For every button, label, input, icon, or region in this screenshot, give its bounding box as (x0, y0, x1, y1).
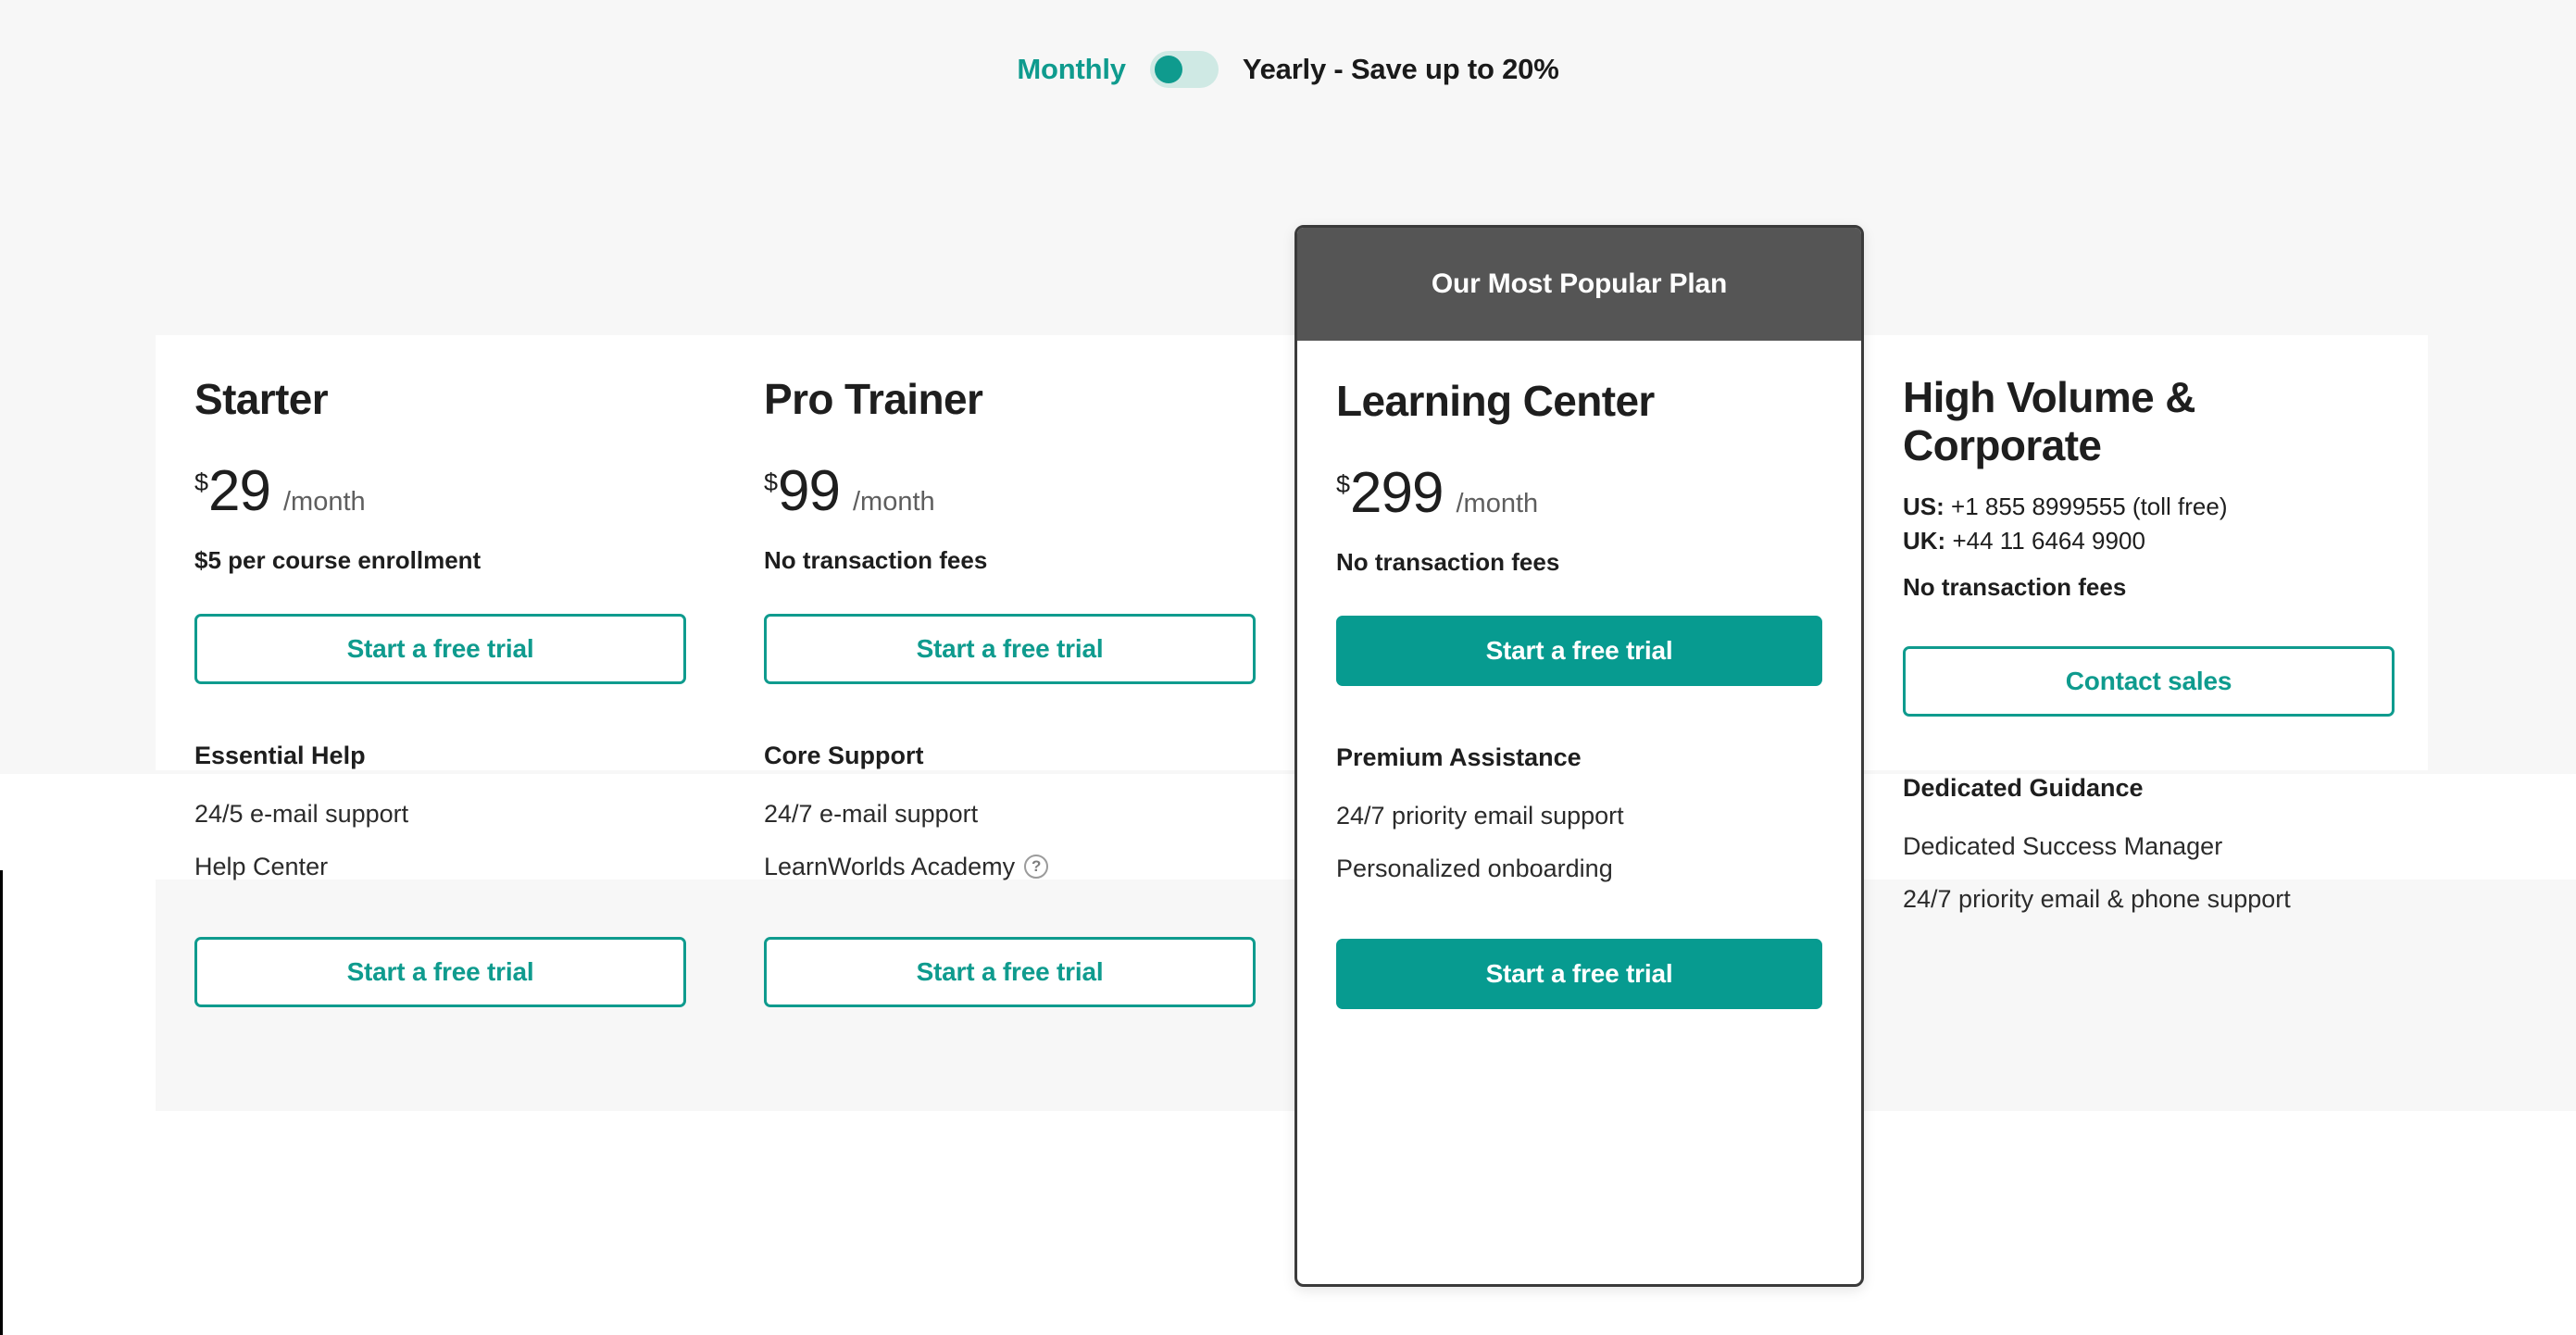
price-currency: $ (194, 468, 209, 496)
price-amount: 99 (778, 458, 841, 523)
feature-block: Premium Assistance 24/7 priority email s… (1336, 743, 1822, 883)
price-period: /month (1456, 488, 1539, 518)
feature-item-label: Personalized onboarding (1336, 854, 1613, 882)
start-free-trial-button-top[interactable]: Start a free trial (764, 613, 1256, 684)
price-currency: $ (764, 468, 779, 496)
plan-price: $ 299 /month (1336, 460, 1822, 525)
start-free-trial-button-top[interactable]: Start a free trial (1336, 615, 1822, 686)
plan-price: $ 99 /month (764, 458, 1256, 523)
feature-block: Core Support 24/7 e-mail support LearnWo… (764, 742, 1256, 881)
contact-line-us: US: +1 855 8999555 (toll free) (1903, 490, 2395, 524)
contact-phone-number: +1 855 8999555 (toll free) (1951, 493, 2228, 521)
billing-toggle-knob (1154, 56, 1182, 83)
feature-title: Core Support (764, 741, 924, 769)
feature-item: Help Center (194, 853, 686, 881)
billing-toggle-switch[interactable] (1149, 51, 1219, 88)
feature-item: 24/7 priority email & phone support (1903, 885, 2395, 914)
plan-name: Starter (194, 375, 329, 423)
contact-sales-button[interactable]: Contact sales (1903, 645, 2395, 717)
contact-numbers: US: +1 855 8999555 (toll free) UK: +44 1… (1903, 490, 2395, 558)
feature-item-label: LearnWorlds Academy (764, 852, 1016, 880)
plan-name: Learning Center (1336, 377, 1655, 425)
price-currency: $ (1336, 469, 1351, 498)
viewport-left-edge (0, 870, 3, 1335)
feature-item-label: 24/7 e-mail support (764, 799, 979, 828)
price-period: /month (283, 486, 366, 517)
plan-card-starter: Starter $ 29 /month $5 per course enroll… (156, 335, 725, 1298)
plan-card-high-volume-corporate: High Volume & Corporate US: +1 855 89995… (1864, 335, 2433, 1298)
feature-item: Personalized onboarding (1336, 855, 1822, 883)
plan-card-pro-trainer: Pro Trainer $ 99 /month No transaction f… (725, 335, 1294, 1298)
billing-toggle-yearly-label[interactable]: Yearly - Save up to 20% (1243, 53, 1559, 86)
feature-title: Premium Assistance (1336, 742, 1582, 771)
feature-item: Dedicated Success Manager (1903, 832, 2395, 861)
plan-note: No transaction fees (764, 545, 988, 574)
plan-name: Pro Trainer (764, 375, 983, 423)
feature-item: LearnWorlds Academy ? (764, 853, 1256, 881)
contact-line-uk: UK: +44 11 6464 9900 (1903, 524, 2395, 558)
feature-item-label: 24/7 priority email support (1336, 801, 1624, 830)
plan-price: $ 29 /month (194, 458, 686, 523)
plan-name: High Volume & Corporate (1903, 373, 2196, 469)
most-popular-badge: Our Most Popular Plan (1297, 228, 1861, 341)
contact-phone-number: +44 11 6464 9900 (1952, 526, 2145, 555)
plan-note: No transaction fees (1903, 572, 2127, 601)
feature-title: Essential Help (194, 741, 366, 769)
start-free-trial-button-bottom[interactable]: Start a free trial (194, 936, 686, 1007)
feature-item: 24/7 e-mail support (764, 800, 1256, 829)
feature-item-label: Help Center (194, 852, 329, 880)
plan-note: No transaction fees (1336, 547, 1560, 576)
feature-item: 24/7 priority email support (1336, 802, 1822, 830)
feature-item-label: 24/5 e-mail support (194, 799, 409, 828)
feature-block: Essential Help 24/5 e-mail support Help … (194, 742, 686, 881)
start-free-trial-button-top[interactable]: Start a free trial (194, 613, 686, 684)
start-free-trial-button-bottom[interactable]: Start a free trial (1336, 938, 1822, 1009)
billing-toggle: Monthly Yearly - Save up to 20% (0, 51, 2576, 88)
price-amount: 29 (208, 458, 271, 523)
contact-region-label: UK: (1903, 526, 1946, 555)
plan-card-learning-center: Our Most Popular Plan Learning Center $ … (1294, 225, 1864, 1287)
feature-block: Dedicated Guidance Dedicated Success Man… (1903, 774, 2395, 914)
start-free-trial-button-bottom[interactable]: Start a free trial (764, 936, 1256, 1007)
price-period: /month (853, 486, 935, 517)
feature-item-label: 24/7 priority email & phone support (1903, 884, 2291, 913)
feature-item-label: Dedicated Success Manager (1903, 831, 2223, 860)
billing-toggle-monthly-label[interactable]: Monthly (1017, 53, 1126, 86)
plan-note: $5 per course enrollment (194, 545, 481, 574)
help-icon[interactable]: ? (1024, 855, 1049, 880)
contact-region-label: US: (1903, 493, 1945, 521)
feature-item: 24/5 e-mail support (194, 800, 686, 829)
feature-title: Dedicated Guidance (1903, 773, 2144, 802)
price-amount: 299 (1350, 460, 1444, 525)
plan-card-body: Learning Center $ 299 /month No transact… (1297, 377, 1861, 1321)
